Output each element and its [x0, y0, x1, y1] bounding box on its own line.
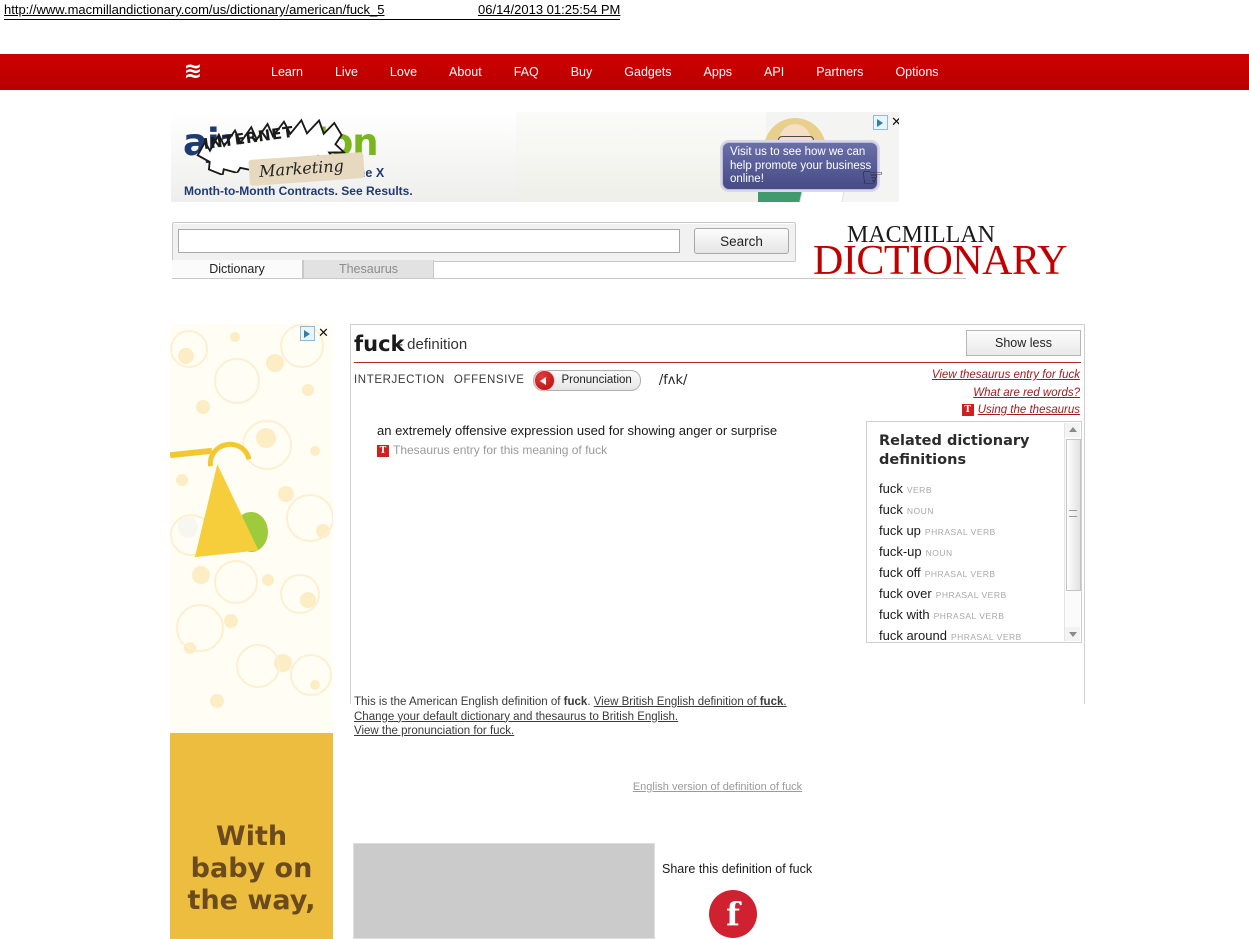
browser-url-bar: http://www.macmillandictionary.com/us/di… — [0, 0, 1249, 22]
related-item[interactable]: fuck VERB — [879, 479, 1064, 500]
change-default-dictionary-link[interactable]: Change your default dictionary and thesa… — [354, 711, 678, 723]
register-label: OFFENSIVE — [453, 374, 525, 386]
sense-thesaurus-label: Thesaurus entry for this meaning of fuck — [393, 443, 608, 457]
bottom-ad-placeholder[interactable] — [353, 843, 655, 939]
pronunciation-label: Pronunciation — [561, 374, 632, 386]
related-item[interactable]: fuck up PHRASAL VERB — [879, 521, 1064, 542]
scroll-down-arrow-icon[interactable] — [1065, 627, 1080, 641]
pointing-hand-icon: ☞ — [861, 162, 885, 192]
adchoices-icon[interactable] — [300, 326, 315, 341]
related-item[interactable]: fuck-up NOUN — [879, 542, 1064, 563]
search-button[interactable]: Search — [694, 228, 789, 254]
ad-tagline-secondary: Month-to-Month Contracts. See Results. — [184, 184, 413, 198]
sidebar-ad-headline-panel: With baby on the way, — [170, 733, 333, 939]
site-logo[interactable]: MACMILLAN DICTIONARY — [812, 222, 1068, 284]
part-of-speech-row: INTERJECTION OFFENSIVE Pronunciation /fʌ… — [354, 369, 688, 391]
ad-cta-text: Visit us to see how we can help promote … — [730, 146, 872, 185]
thesaurus-badge-icon: T — [961, 404, 974, 416]
sidebar-skyscraper-ad[interactable]: With baby on the way, — [170, 324, 333, 939]
view-pronunciation-link[interactable]: View the pronunciation for fuck. — [354, 725, 514, 737]
page-url: http://www.macmillandictionary.com/us/di… — [4, 2, 385, 17]
english-version-row: English version of definition of fuck — [350, 781, 1085, 793]
share-section: Share this definition of fuck f — [662, 862, 862, 938]
sidebar-ad-illustration — [170, 324, 333, 734]
top-banner-ad[interactable]: ajaxunion It's All About The X Month-to-… — [171, 112, 899, 202]
sidebar-ad-controls[interactable]: ✕ — [300, 326, 329, 341]
nav-item-love[interactable]: Love — [374, 54, 433, 90]
nav-items: Learn Live Love About FAQ Buy Gadgets Ap… — [255, 54, 955, 90]
nav-item-options[interactable]: Options — [879, 54, 954, 90]
search-input[interactable] — [178, 229, 680, 253]
close-icon[interactable]: ✕ — [318, 327, 329, 340]
american-english-note: This is the American English definition … — [354, 696, 787, 708]
nav-item-api[interactable]: API — [748, 54, 800, 90]
related-definitions-title: Related dictionary definitions — [879, 433, 1030, 468]
url-underline — [4, 19, 620, 20]
scalloped-edge — [170, 733, 333, 741]
related-definitions-panel: Related dictionary definitions fuck VERB … — [866, 421, 1082, 643]
related-item[interactable]: fuck around PHRASAL VERB — [879, 626, 1064, 647]
using-the-thesaurus-link[interactable]: Using the thesaurus — [978, 404, 1080, 416]
headword: fuck — [354, 332, 405, 356]
macmillan-wave-logo-icon[interactable]: ≋ — [178, 60, 206, 84]
scroll-up-arrow-icon[interactable] — [1065, 423, 1080, 437]
tab-thesaurus[interactable]: Thesaurus — [303, 260, 434, 279]
search-bar: Search — [172, 222, 796, 262]
search-mode-tabs: Dictionary Thesaurus — [172, 260, 966, 280]
share-label: Share this definition of fuck — [662, 862, 813, 876]
related-item[interactable]: fuck off PHRASAL VERB — [879, 563, 1064, 584]
related-scrollbar[interactable] — [1064, 423, 1081, 641]
ad-choices-controls[interactable]: ✕ — [873, 115, 899, 130]
what-are-red-words-link[interactable]: What are red words? — [760, 385, 1080, 403]
headword-row: fuck - definition Show less — [354, 330, 1081, 364]
headword-divider — [354, 362, 1081, 363]
show-less-button[interactable]: Show less — [966, 330, 1081, 356]
nav-item-apps[interactable]: Apps — [688, 54, 749, 90]
nav-item-about[interactable]: About — [433, 54, 498, 90]
sense-block: an extremely offensive expression used f… — [377, 422, 847, 458]
sense-definition: an extremely offensive expression used f… — [377, 423, 778, 438]
close-icon[interactable]: ✕ — [891, 116, 899, 129]
nav-item-gadgets[interactable]: Gadgets — [608, 54, 687, 90]
nav-item-learn[interactable]: Learn — [255, 54, 319, 90]
nav-item-buy[interactable]: Buy — [555, 54, 609, 90]
view-british-definition-link[interactable]: View British English definition of fuck. — [594, 696, 787, 708]
part-of-speech-label: INTERJECTION — [354, 374, 445, 386]
dictionary-variant-links: This is the American English definition … — [354, 695, 854, 739]
related-item[interactable]: fuck NOUN — [879, 500, 1064, 521]
ad-ribbon-shape — [170, 447, 213, 459]
nav-item-live[interactable]: Live — [319, 54, 374, 90]
logo-line-dictionary: DICTIONARY — [813, 238, 1068, 284]
scrollbar-thumb[interactable] — [1066, 439, 1081, 591]
capture-timestamp: 06/14/2013 01:25:54 PM — [478, 2, 621, 17]
sidebar-ad-headline: With baby on the way, — [187, 821, 316, 916]
related-definitions-list: fuck VERB fuck NOUN fuck up PHRASAL VERB fu… — [879, 479, 1064, 647]
nav-item-partners[interactable]: Partners — [800, 54, 879, 90]
facebook-share-icon[interactable]: f — [709, 890, 757, 938]
tab-dictionary[interactable]: Dictionary — [172, 260, 303, 279]
adchoices-icon[interactable] — [873, 115, 888, 130]
using-thesaurus-row: T Using the thesaurus — [760, 402, 1080, 420]
main-navigation-bar: ≋ Learn Live Love About FAQ Buy Gadgets … — [0, 54, 1249, 90]
ipa-transcription: /fʌk/ — [658, 372, 688, 388]
related-item[interactable]: fuck over PHRASAL VERB — [879, 584, 1064, 605]
headword-subtitle: - definition — [398, 336, 468, 353]
view-thesaurus-entry-link[interactable]: View thesaurus entry for fuck — [760, 367, 1080, 385]
related-item[interactable]: fuck with PHRASAL VERB — [879, 605, 1064, 626]
sense-thesaurus-link[interactable]: T Thesaurus entry for this meaning of fuc… — [377, 442, 847, 458]
thesaurus-links: View thesaurus entry for fuck What are r… — [760, 367, 1080, 420]
ad-bundle-shape — [185, 460, 259, 558]
speaker-icon — [534, 369, 556, 391]
thesaurus-badge-icon: T — [377, 445, 389, 457]
pronunciation-button[interactable]: Pronunciation — [533, 369, 641, 391]
english-version-link[interactable]: English version of definition of fuck — [633, 781, 802, 793]
nav-item-faq[interactable]: FAQ — [498, 54, 555, 90]
